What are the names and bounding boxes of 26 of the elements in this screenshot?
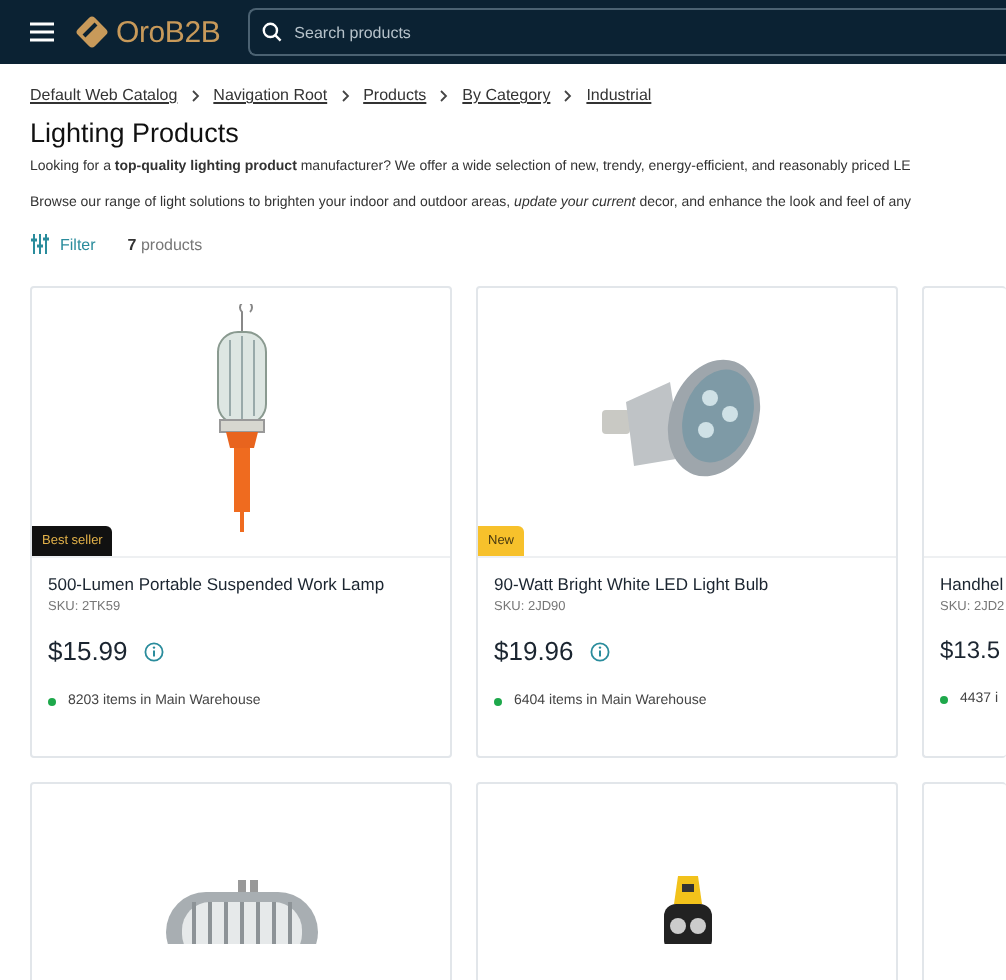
chevron-icon <box>341 89 350 101</box>
breadcrumb-link[interactable]: Products <box>363 86 427 104</box>
info-icon[interactable] <box>589 641 610 661</box>
price-text: $15.99 <box>48 636 128 666</box>
filter-icon <box>30 234 50 254</box>
chevron-icon <box>191 89 200 101</box>
product-name[interactable]: 500-Lumen Portable Suspended Work Lamp <box>48 574 434 594</box>
cage-lamp-drawing[interactable] <box>161 876 321 944</box>
info-icon[interactable] <box>143 641 164 661</box>
search-field[interactable]: Search products <box>248 8 1006 56</box>
filter-button[interactable]: Filter <box>30 234 96 254</box>
product-name[interactable]: 90-Watt Bright White LED Light Bulb <box>494 574 880 594</box>
breadcrumb-link[interactable]: By Category <box>462 86 551 104</box>
search-icon <box>262 22 283 42</box>
menu-icon[interactable] <box>30 22 54 42</box>
breadcrumb-link[interactable]: Navigation Root <box>213 86 328 104</box>
chevron-icon <box>564 89 573 101</box>
breadcrumb-link[interactable]: Default Web Catalog <box>30 86 178 104</box>
page-title: Lighting Products <box>30 118 241 148</box>
product-name[interactable]: Handhel <box>940 574 1006 594</box>
product-count: 7 products <box>127 235 203 253</box>
chevron-icon <box>440 89 449 101</box>
breadcrumb-link[interactable]: Industrial <box>586 86 652 104</box>
price-text: $19.96 <box>494 636 574 666</box>
price-text: $13.5 <box>940 636 1001 664</box>
logo-text[interactable]: OroB2B <box>116 15 221 49</box>
